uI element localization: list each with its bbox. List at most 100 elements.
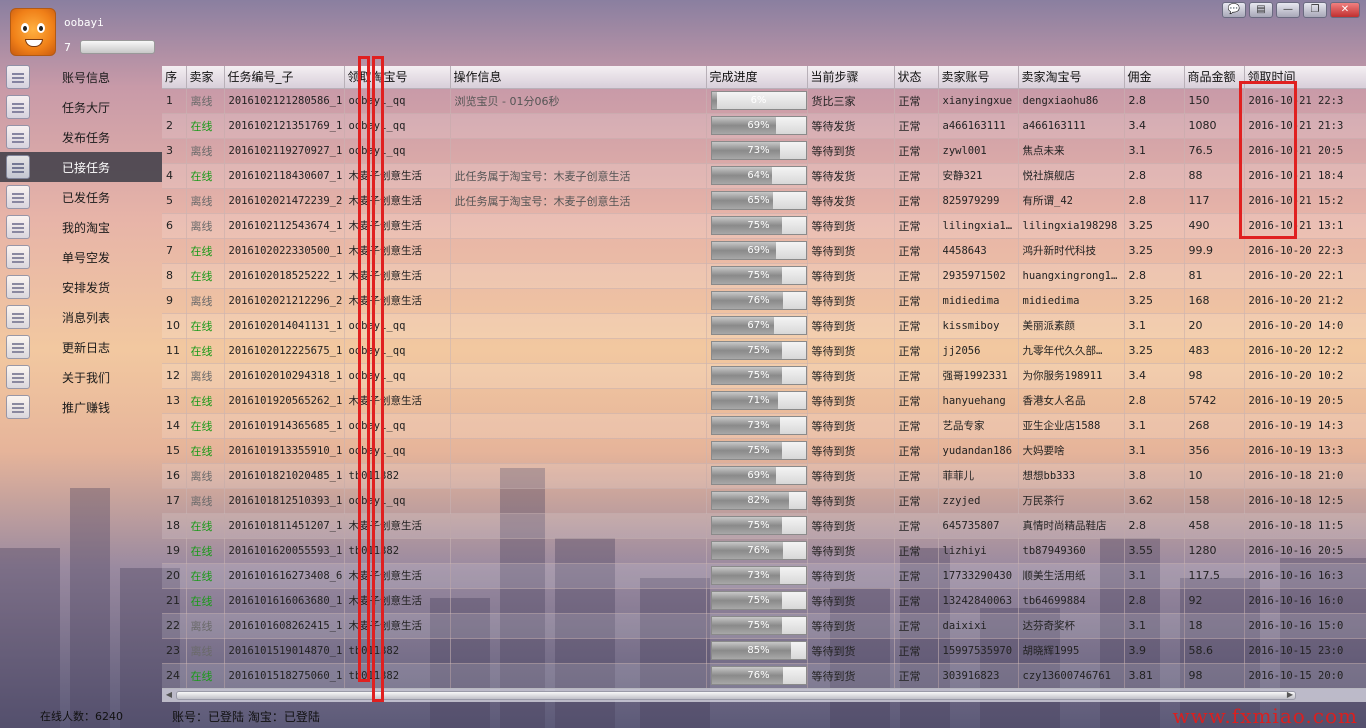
column-header[interactable]: 操作信息 bbox=[450, 66, 707, 89]
table-cell bbox=[450, 263, 707, 289]
table-cell: oobayi_qq bbox=[344, 438, 451, 464]
column-header[interactable]: 任务编号_子 bbox=[224, 66, 345, 89]
column-header[interactable]: 佣金 bbox=[1124, 66, 1185, 89]
progress-cell: 64% bbox=[706, 163, 808, 189]
chat-icon[interactable]: 💬 bbox=[1222, 2, 1246, 18]
table-row[interactable]: 5 离线 2016102021472239_2 木麦子创意生活 此任务属于淘宝号：木麦子… bbox=[162, 188, 1366, 214]
column-header[interactable]: 领取时间 bbox=[1244, 66, 1366, 89]
sidebar-item-6[interactable]: 我的淘宝 bbox=[0, 212, 162, 242]
sidebar-item-7[interactable]: 单号空发 bbox=[0, 242, 162, 272]
maximize-icon[interactable]: ❐ bbox=[1303, 2, 1327, 18]
sidebar-item-10[interactable]: 更新日志 bbox=[0, 332, 162, 362]
progress-cell: 76% bbox=[706, 663, 808, 688]
table-cell: 等待到货 bbox=[807, 438, 895, 464]
table-row[interactable]: 17 离线 2016101812510393_1 oobayi_qq 82% 等待到货 正常… bbox=[162, 488, 1366, 514]
table-row[interactable]: 13 在线 2016101920565262_1 木麦子创意生活 71% 等待到货 正常 ha… bbox=[162, 388, 1366, 414]
table-cell: 木麦子创意生活 bbox=[344, 613, 451, 639]
table-cell: oobayi_qq bbox=[344, 338, 451, 364]
sidebar-item-8[interactable]: 安排发货 bbox=[0, 272, 162, 302]
progress-bar: 75% bbox=[710, 516, 806, 535]
table-cell: 香港女人名品 bbox=[1018, 388, 1125, 414]
column-header[interactable]: 卖家淘宝号 bbox=[1018, 66, 1125, 89]
table-row[interactable]: 18 在线 2016101811451207_1 木麦子创意生活 75% 等待到货 正常 64… bbox=[162, 513, 1366, 539]
table-row[interactable]: 2 在线 2016102121351769_1 oobayi_qq 69% 等待发货 正常 a… bbox=[162, 113, 1366, 139]
horizontal-scrollbar[interactable]: ◀ ▶ bbox=[162, 688, 1366, 702]
column-header[interactable]: 领取淘宝号 bbox=[344, 66, 451, 89]
table-row[interactable]: 7 在线 2016102022330500_1 木麦子创意生活 69% 等待到货 正常 445… bbox=[162, 238, 1366, 264]
table-cell: 等待到货 bbox=[807, 388, 895, 414]
close-icon[interactable]: ✕ bbox=[1330, 2, 1360, 18]
table-cell bbox=[450, 313, 707, 339]
table-row[interactable]: 15 在线 2016101913355910_1 oobayi_qq 75% 等待到货 正常… bbox=[162, 438, 1366, 464]
table-cell: 等待到货 bbox=[807, 138, 895, 164]
sidebar-item-9[interactable]: 消息列表 bbox=[0, 302, 162, 332]
table-cell: midiedima bbox=[938, 288, 1019, 314]
table-cell: 在线 bbox=[186, 113, 225, 139]
table-cell: 2016101519014870_1 bbox=[224, 638, 345, 664]
column-header[interactable]: 当前步骤 bbox=[807, 66, 895, 89]
column-header[interactable]: 状态 bbox=[894, 66, 939, 89]
column-header[interactable]: 商品金额 bbox=[1184, 66, 1245, 89]
table-cell: 2016-10-18 21:0 bbox=[1244, 463, 1366, 489]
sidebar-item-11[interactable]: 关于我们 bbox=[0, 362, 162, 392]
table-cell: 117 bbox=[1184, 188, 1245, 214]
progress-text: 75% bbox=[747, 220, 770, 231]
table-row[interactable]: 16 离线 2016101821020485_1 tb011382 69% 等待到货 正常菲… bbox=[162, 463, 1366, 489]
table-row[interactable]: 22 离线 2016101608262415_1 木麦子创意生活 75% 等待到货 正常 da… bbox=[162, 613, 1366, 639]
sidebar-item-1[interactable]: 账号信息 bbox=[0, 62, 162, 92]
table-row[interactable]: 4 在线 2016102118430607_1 木麦子创意生活 此任务属于淘宝号：木麦子… bbox=[162, 163, 1366, 189]
table-cell: 在线 bbox=[186, 163, 225, 189]
scroll-left-icon[interactable]: ◀ bbox=[163, 690, 175, 701]
table-row[interactable]: 8 在线 2016102018525222_1 木麦子创意生活 75% 等待到货 正常 293… bbox=[162, 263, 1366, 289]
level-progress-bar bbox=[80, 40, 155, 54]
column-header[interactable]: 完成进度 bbox=[706, 66, 808, 89]
progress-text: 69% bbox=[747, 470, 770, 481]
column-header[interactable]: 序 bbox=[162, 66, 187, 89]
sidebar-item-3[interactable]: 发布任务 bbox=[0, 122, 162, 152]
table-cell: 在线 bbox=[186, 263, 225, 289]
table-row[interactable]: 3 离线 2016102119270927_1 oobayi_qq 73% 等待到货 正常 z… bbox=[162, 138, 1366, 164]
table-row[interactable]: 10 在线 2016102014041131_1 oobayi_qq 67% 等待到货 正常… bbox=[162, 313, 1366, 339]
table-row[interactable]: 19 在线 2016101620055593_1 tb011382 76% 等待到货 正常 l… bbox=[162, 538, 1366, 564]
column-header[interactable]: 卖家账号 bbox=[938, 66, 1019, 89]
table-row[interactable]: 12 离线 2016102010294318_1 oobayi_qq 75% 等待到货 正常… bbox=[162, 363, 1366, 389]
table-cell: daixixi bbox=[938, 613, 1019, 639]
progress-text: 69% bbox=[747, 120, 770, 131]
table-cell: 81 bbox=[1184, 263, 1245, 289]
table-row[interactable]: 14 在线 2016101914365685_1 oobayi_qq 73% 等待到货 正常… bbox=[162, 413, 1366, 439]
table-cell: 等待发货 bbox=[807, 188, 895, 214]
table-row[interactable]: 6 离线 2016102112543674_1 木麦子创意生活 75% 等待到货 正常 lil… bbox=[162, 213, 1366, 239]
sidebar-item-12[interactable]: 推广赚钱 bbox=[0, 392, 162, 422]
sidebar-item-2[interactable]: 任务大厅 bbox=[0, 92, 162, 122]
sidebar-item-5[interactable]: 已发任务 bbox=[0, 182, 162, 212]
progress-cell: 76% bbox=[706, 538, 808, 564]
table-cell: 菲菲儿 bbox=[938, 463, 1019, 489]
table-row[interactable]: 11 在线 2016102012225675_1 oobayi_qq 75% 等待到货 正常… bbox=[162, 338, 1366, 364]
table-row[interactable]: 9 离线 2016102021212296_2 木麦子创意生活 76% 等待到货 正常 mid… bbox=[162, 288, 1366, 314]
user-avatar[interactable] bbox=[10, 8, 56, 56]
table-cell: 正常 bbox=[894, 338, 939, 364]
skin-icon[interactable]: ▤ bbox=[1249, 2, 1273, 18]
table-cell: 20 bbox=[162, 563, 187, 589]
table-row[interactable]: 20 在线 2016101616273408_6 木麦子创意生活 73% 等待到货 正常 17… bbox=[162, 563, 1366, 589]
table-row[interactable]: 24 在线 2016101518275060_1 tb011382 76% 等待到货 正常 3… bbox=[162, 663, 1366, 688]
sidebar-item-4[interactable]: 已接任务 bbox=[0, 152, 162, 182]
minimize-icon[interactable]: — bbox=[1276, 2, 1300, 18]
scrollbar-thumb[interactable] bbox=[176, 691, 1296, 700]
table-row[interactable]: 23 离线 2016101519014870_1 tb011382 85% 等待到货 正常 1… bbox=[162, 638, 1366, 664]
sidebar-item-label: 消息列表 bbox=[62, 311, 111, 325]
table-cell: 在线 bbox=[186, 438, 225, 464]
progress-bar: 75% bbox=[710, 616, 806, 635]
table-cell: 92 bbox=[1184, 588, 1245, 614]
table-row[interactable]: 21 在线 2016101616063680_1 木麦子创意生活 75% 等待到货 正常 13… bbox=[162, 588, 1366, 614]
table-cell: 等待到货 bbox=[807, 613, 895, 639]
table-row[interactable]: 1 离线 2016102121280586_1 oobayi_qq 浏览宝贝 - 01分… bbox=[162, 88, 1366, 114]
scroll-right-icon[interactable]: ▶ bbox=[1284, 690, 1296, 701]
table-cell: 14 bbox=[162, 413, 187, 439]
column-header[interactable]: 卖家 bbox=[186, 66, 225, 89]
table-cell: 2.8 bbox=[1124, 388, 1185, 414]
progress-cell: 75% bbox=[706, 588, 808, 614]
table-cell: tb87949360 bbox=[1018, 538, 1125, 564]
table-cell: 在线 bbox=[186, 413, 225, 439]
table-cell bbox=[450, 563, 707, 589]
